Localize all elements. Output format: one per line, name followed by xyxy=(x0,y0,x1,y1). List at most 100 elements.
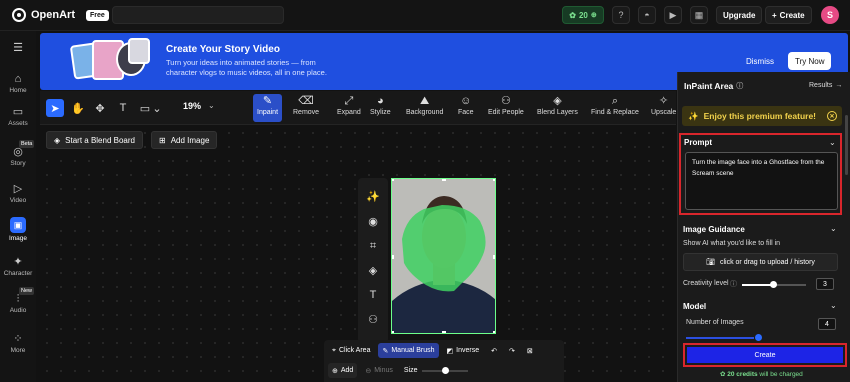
camera-icon: 📷︎ xyxy=(706,259,715,266)
help-icon[interactable]: ? xyxy=(612,6,630,24)
zoom-dropdown-icon[interactable]: ⌄ xyxy=(208,101,215,110)
select-tool-icon[interactable]: ➤ xyxy=(46,99,64,117)
undo-button[interactable]: ↶ xyxy=(487,343,501,358)
resize-handle[interactable] xyxy=(442,331,446,333)
tool-stylize[interactable]: ◕ Stylize xyxy=(370,94,391,122)
openart-logo[interactable]: OpenArt Free xyxy=(12,8,109,22)
add-image-button[interactable]: ⊞ Add Image xyxy=(151,131,218,149)
resize-handle[interactable] xyxy=(442,179,446,181)
zoom-level[interactable]: 19% xyxy=(183,101,201,111)
resize-handle[interactable] xyxy=(392,179,394,181)
chevron-down-icon[interactable]: ⌄ xyxy=(829,138,836,147)
minus-label: Minus xyxy=(374,367,393,374)
create-button[interactable]: Create xyxy=(687,347,843,363)
tool-expand[interactable]: ⤢ Expand xyxy=(337,94,361,122)
creativity-slider[interactable] xyxy=(742,281,806,288)
hand-tool-icon[interactable]: ✋ xyxy=(69,99,87,117)
tool-background[interactable]: ⛰ Background xyxy=(406,94,443,122)
tool-find-replace[interactable]: ⌕ Find & Replace xyxy=(591,94,639,122)
prompt-title: Prompt xyxy=(684,138,712,147)
portrait-icon[interactable]: ◉ xyxy=(365,213,381,229)
create-button-top[interactable]: + Create xyxy=(765,6,812,24)
resize-handle[interactable] xyxy=(392,331,394,333)
search-input[interactable] xyxy=(112,6,284,24)
search-icon: ⌕ xyxy=(611,95,619,107)
move-tool-icon[interactable]: ✥ xyxy=(91,99,109,117)
sidebar-toggle[interactable]: ☰ xyxy=(0,42,36,56)
sidebar-item-label: Image xyxy=(8,235,28,242)
redo-button[interactable]: ↷ xyxy=(505,343,519,358)
resize-handle[interactable] xyxy=(392,255,394,259)
upgrade-button[interactable]: Upgrade xyxy=(716,6,763,24)
top-bar: OpenArt Free ✿ 20 ⊕ ? ◓ ▶ ▦ Upgrade + Cr… xyxy=(0,0,850,31)
sidebar-item-video[interactable]: ▷ Video xyxy=(0,183,36,204)
sidebar-item-more[interactable]: ⁘ More xyxy=(0,333,36,354)
panel-title-text: InPaint Area xyxy=(684,81,734,91)
chevron-down-icon[interactable]: ⌄ xyxy=(830,224,837,233)
tool-inpaint[interactable]: ✎ Inpaint xyxy=(253,94,283,122)
try-now-button[interactable]: Try Now xyxy=(788,52,832,70)
premium-banner: ✨ Enjoy this premium feature! ✕ xyxy=(682,106,842,126)
gift-icon[interactable]: ▦ xyxy=(690,6,708,24)
tool-edit-people[interactable]: ⚇ Edit People xyxy=(488,94,524,122)
info-icon[interactable]: ⓘ xyxy=(730,279,737,289)
tool-face[interactable]: ☺ Face xyxy=(458,94,474,122)
add-mask-button[interactable]: ⊕ Add xyxy=(328,363,358,378)
close-icon: ⊠ xyxy=(526,347,533,355)
text-tool-icon[interactable]: T xyxy=(114,99,132,117)
click-area-label: Click Area xyxy=(338,347,371,354)
discord-icon[interactable]: ◓ xyxy=(638,6,656,24)
sidebar-item-label: More xyxy=(10,347,26,354)
sidebar-item-audio[interactable]: ⫶ Audio xyxy=(0,293,36,314)
slider-fill xyxy=(686,337,754,339)
tool-remove[interactable]: ⌫ Remove xyxy=(293,94,319,122)
sidebar-item-character[interactable]: ✦ Character xyxy=(0,256,36,277)
sidebar-item-story[interactable]: ◎ Story xyxy=(0,146,36,167)
close-icon[interactable]: ✕ xyxy=(827,111,837,121)
slider-knob[interactable] xyxy=(441,366,449,374)
resize-handle[interactable] xyxy=(493,179,495,181)
chevron-down-icon[interactable]: ⌄ xyxy=(830,301,837,310)
tool-blend-layers[interactable]: ◈ Blend Layers xyxy=(537,94,578,122)
slider-knob[interactable] xyxy=(755,334,762,341)
credits-badge[interactable]: ✿ 20 ⊕ xyxy=(562,6,604,24)
dismiss-button[interactable]: Dismiss xyxy=(746,57,774,66)
click-area-button[interactable]: ⌖ Click Area xyxy=(328,343,374,358)
shape-dropdown-icon[interactable]: ⌄ xyxy=(152,99,162,117)
start-blend-board-button[interactable]: ◈ Start a Blend Board xyxy=(46,131,143,149)
layers-icon: ◈ xyxy=(54,135,61,145)
resize-handle[interactable] xyxy=(493,331,495,333)
info-icon[interactable]: ⓘ xyxy=(736,81,743,91)
sidebar-item-home[interactable]: ⌂ Home xyxy=(0,73,36,94)
brush-size-slider[interactable] xyxy=(421,366,468,374)
creativity-value[interactable]: 3 xyxy=(816,278,834,290)
banner-subtitle: Turn your ideas into animated stories — … xyxy=(166,58,327,77)
panel-scrollbar[interactable] xyxy=(845,115,848,175)
openart-logo-icon xyxy=(12,8,26,22)
layers-icon[interactable]: ◈ xyxy=(365,262,381,278)
tool-upscale[interactable]: ✧ Upscale xyxy=(651,94,676,122)
resize-handle[interactable] xyxy=(493,255,495,259)
prompt-textarea[interactable]: Turn the image face into a Ghostface fro… xyxy=(685,152,838,210)
prompt-section: Prompt ⌄ Turn the image face into a Ghos… xyxy=(679,133,842,215)
num-images-value[interactable]: 4 xyxy=(818,318,836,330)
minus-mask-button[interactable]: ⊖ Minus xyxy=(361,363,397,378)
canvas[interactable]: ◈ Start a Blend Board ⊞ Add Image ✨ ◉ ⌗ … xyxy=(40,126,676,382)
num-images-slider[interactable] xyxy=(686,334,762,341)
sidebar-item-image[interactable]: ▣ Image xyxy=(0,217,36,242)
manual-brush-button[interactable]: ✎ Manual Brush xyxy=(378,343,439,358)
people-icon[interactable]: ⚇ xyxy=(365,311,381,327)
results-link[interactable]: Results → xyxy=(809,82,842,89)
crop-icon[interactable]: ⌗ xyxy=(365,238,381,254)
portrait-image[interactable] xyxy=(391,178,496,334)
upload-dropzone[interactable]: 📷︎ click or drag to upload / history xyxy=(683,253,838,271)
youtube-icon[interactable]: ▶ xyxy=(664,6,682,24)
click-icon: ⌖ xyxy=(332,346,336,354)
avatar[interactable]: S xyxy=(821,6,839,24)
text-icon[interactable]: T xyxy=(365,287,381,303)
magic-wand-icon[interactable]: ✨ xyxy=(365,188,381,204)
inverse-button[interactable]: ◩ Inverse xyxy=(443,343,484,358)
sidebar-item-assets[interactable]: ▭ Assets xyxy=(0,106,36,127)
clear-mask-button[interactable]: ⊠ xyxy=(523,343,537,358)
slider-knob[interactable] xyxy=(770,281,777,288)
